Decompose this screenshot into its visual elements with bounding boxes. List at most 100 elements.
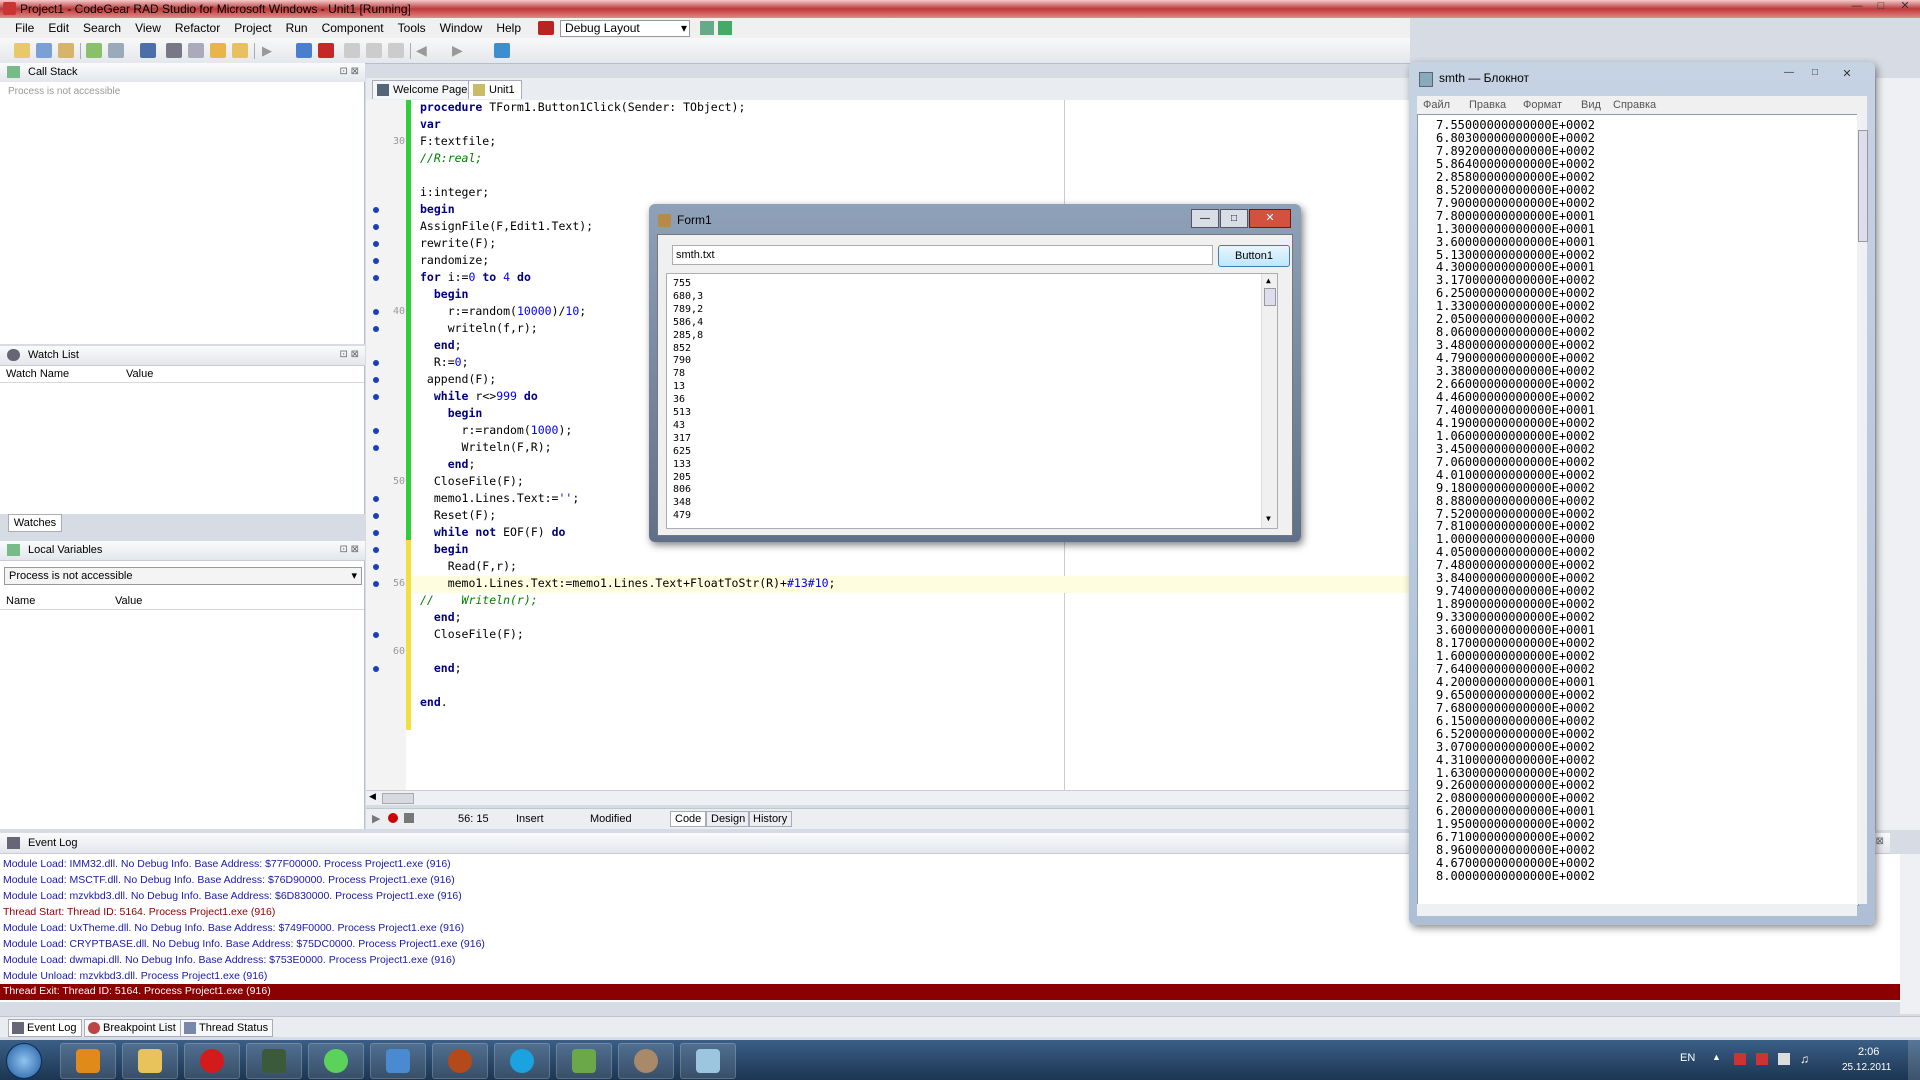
- process-select[interactable]: Process is not accessible ▾: [4, 567, 362, 585]
- pause-icon[interactable]: [296, 43, 312, 58]
- form1-minimize-button[interactable]: —: [1191, 209, 1219, 228]
- clock-time[interactable]: 2:06: [1858, 1046, 1879, 1058]
- notepad-task-icon[interactable]: [680, 1043, 736, 1079]
- open-icon[interactable]: [36, 43, 52, 58]
- tab-code[interactable]: Code: [670, 811, 707, 827]
- notepad-text-area[interactable]: 7.55000000000000E+0002 6.80300000000000E+…: [1417, 114, 1859, 906]
- menu-view[interactable]: Вид: [1581, 99, 1601, 111]
- code-line[interactable]: begin: [420, 542, 469, 559]
- icq-icon[interactable]: [308, 1043, 364, 1079]
- menu-run[interactable]: Run: [279, 21, 315, 35]
- tab-thread-status[interactable]: Thread Status: [180, 1019, 274, 1037]
- run-icon[interactable]: ▶: [262, 43, 278, 58]
- code-line[interactable]: randomize;: [420, 253, 489, 270]
- back-arrow-icon[interactable]: ◀: [416, 43, 432, 58]
- menu-file[interactable]: Файл: [1423, 99, 1450, 111]
- breakpoint-dot[interactable]: [373, 513, 379, 519]
- code-line[interactable]: begin: [420, 406, 483, 423]
- code-line[interactable]: Read(F,r);: [420, 559, 517, 576]
- notepad-minimize-button[interactable]: —: [1777, 67, 1801, 82]
- event-log-line[interactable]: Module Load: CRYPTBASE.dll. No Debug Inf…: [3, 938, 485, 950]
- menu-edit[interactable]: Edit: [41, 21, 76, 35]
- breakpoint-dot[interactable]: [373, 241, 379, 247]
- save-icon[interactable]: [140, 43, 156, 58]
- action-center-icon[interactable]: [1756, 1053, 1768, 1065]
- maximize-button[interactable]: □: [1870, 0, 1892, 14]
- code-line[interactable]: i:integer;: [420, 185, 489, 202]
- close-button[interactable]: ✕: [1894, 0, 1916, 14]
- event-log-line[interactable]: Module Load: mzvkbd3.dll. No Debug Info.…: [3, 890, 462, 902]
- save-layout-icon[interactable]: [700, 21, 715, 35]
- code-line[interactable]: //R:real;: [420, 151, 482, 168]
- event-log-line[interactable]: Module Load: IMM32.dll. No Debug Info. B…: [3, 858, 451, 870]
- event-log-line[interactable]: Module Unload: mzvkbd3.dll. Process Proj…: [3, 970, 267, 982]
- notepad-close-button[interactable]: ✕: [1829, 67, 1865, 82]
- watch-value-column[interactable]: Value: [126, 368, 153, 380]
- show-desktop-button[interactable]: [1908, 1040, 1920, 1080]
- open-folder-icon[interactable]: [210, 43, 226, 58]
- language-indicator[interactable]: EN: [1680, 1052, 1695, 1064]
- watch-name-column[interactable]: Watch Name: [6, 368, 69, 380]
- menu-component[interactable]: Component: [315, 21, 391, 35]
- event-log-line[interactable]: Module Load: UxTheme.dll. No Debug Info.…: [3, 922, 464, 934]
- clock-date[interactable]: 25.12.2011: [1842, 1062, 1891, 1073]
- breakpoint-dot[interactable]: [373, 360, 379, 366]
- flag-icon[interactable]: [1734, 1053, 1746, 1065]
- trace-into-icon[interactable]: [366, 43, 382, 58]
- notepad-vscroll[interactable]: [1857, 114, 1868, 904]
- code-line[interactable]: end;: [420, 661, 462, 678]
- new-icon[interactable]: [14, 43, 30, 58]
- menu-format[interactable]: Формат: [1523, 99, 1562, 111]
- code-line[interactable]: F:textfile;: [420, 134, 496, 151]
- spreadsheet-icon[interactable]: [556, 1043, 612, 1079]
- notepad-hscroll[interactable]: [1417, 904, 1857, 916]
- event-log-line[interactable]: Module Load: dwmapi.dll. No Debug Info. …: [3, 954, 455, 966]
- breakpoint-dot[interactable]: [373, 666, 379, 672]
- code-line[interactable]: append(F);: [420, 372, 496, 389]
- code-line[interactable]: r:=random(10000)/10;: [420, 304, 587, 321]
- add-file-icon[interactable]: [86, 43, 102, 58]
- opera-icon[interactable]: [184, 1043, 240, 1079]
- explorer-icon[interactable]: [122, 1043, 178, 1079]
- start-button[interactable]: [6, 1043, 42, 1079]
- save-all-icon[interactable]: [166, 43, 182, 58]
- network-tray-icon[interactable]: [1778, 1053, 1790, 1065]
- delphi-icon[interactable]: [432, 1043, 488, 1079]
- event-log-line[interactable]: Thread Start: Thread ID: 5164. Process P…: [3, 906, 275, 918]
- menu-help[interactable]: Help: [489, 21, 528, 35]
- code-line[interactable]: begin: [420, 287, 469, 304]
- code-line[interactable]: while r<>999 do: [420, 389, 538, 406]
- project-app-icon[interactable]: [618, 1043, 674, 1079]
- code-line[interactable]: end;: [420, 338, 462, 355]
- menu-refactor[interactable]: Refactor: [168, 21, 227, 35]
- code-line[interactable]: while not EOF(F) do: [420, 525, 566, 542]
- local-name-column[interactable]: Name: [6, 595, 35, 607]
- breakpoint-dot[interactable]: [373, 547, 379, 553]
- volume-icon[interactable]: ♫: [1800, 1052, 1809, 1066]
- tab-design[interactable]: Design: [706, 811, 751, 827]
- code-line[interactable]: begin: [420, 202, 455, 219]
- play-icon[interactable]: ▶: [372, 812, 380, 825]
- breakpoint-dot[interactable]: [373, 394, 379, 400]
- selected-log-row[interactable]: [0, 984, 1900, 1000]
- breakpoint-dot[interactable]: [373, 581, 379, 587]
- code-line[interactable]: for i:=0 to 4 do: [420, 270, 531, 287]
- event-log-line[interactable]: Module Load: MSCTF.dll. No Debug Info. B…: [3, 874, 455, 886]
- code-line[interactable]: end.: [420, 695, 448, 712]
- breakpoint-dot[interactable]: [373, 445, 379, 451]
- breakpoint-dot[interactable]: [373, 496, 379, 502]
- form1-maximize-button[interactable]: □: [1220, 209, 1248, 228]
- breakpoint-dot[interactable]: [373, 275, 379, 281]
- notepad-maximize-button[interactable]: □: [1803, 67, 1827, 82]
- media-player-icon[interactable]: [60, 1043, 116, 1079]
- tab-welcome-page[interactable]: Welcome Page: [372, 80, 475, 99]
- breakpoint-dot[interactable]: [373, 377, 379, 383]
- file-name-input[interactable]: smth.txt: [672, 245, 1213, 265]
- help-book-icon[interactable]: [538, 21, 555, 35]
- event-log-vscroll[interactable]: [1900, 854, 1920, 1014]
- form1-close-button[interactable]: ✕: [1249, 209, 1291, 228]
- code-line[interactable]: memo1.Lines.Text:=memo1.Lines.Text+Float…: [420, 576, 836, 593]
- run-until-return-icon[interactable]: [388, 43, 404, 58]
- event-log-line[interactable]: Thread Exit: Thread ID: 5164. Process Pr…: [3, 985, 271, 997]
- code-line[interactable]: CloseFile(F);: [420, 474, 524, 491]
